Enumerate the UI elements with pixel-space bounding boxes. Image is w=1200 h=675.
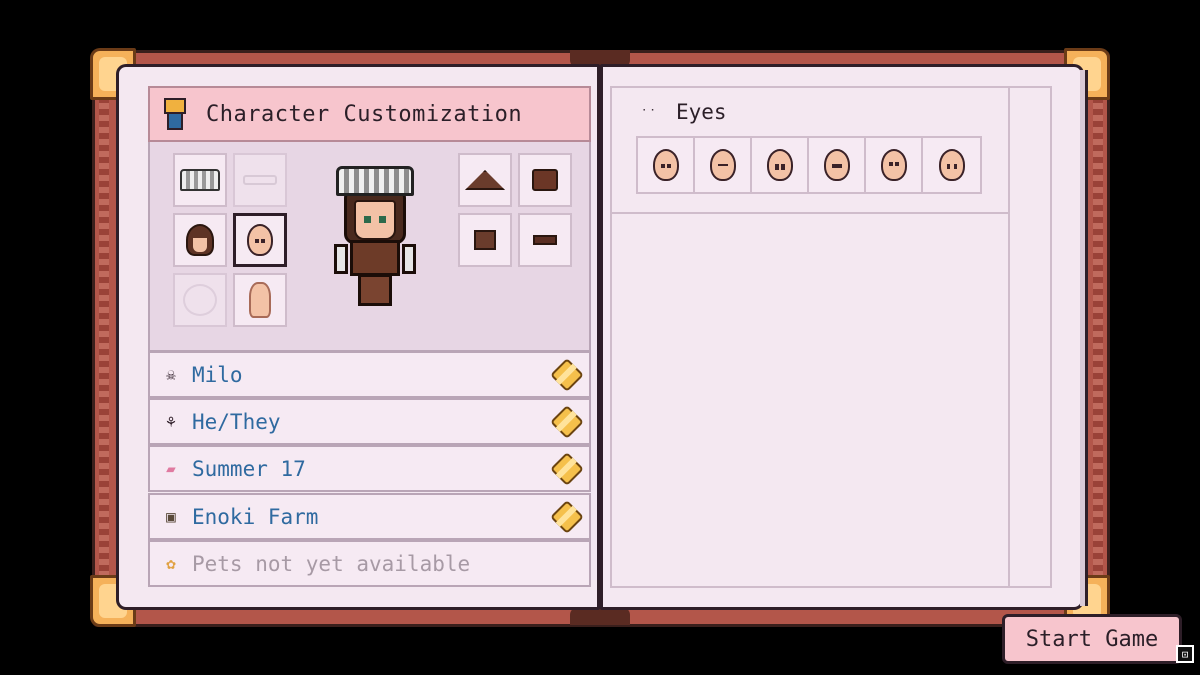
glasses-icon xyxy=(243,175,277,185)
info-row-pets: ✿ Pets not yet available xyxy=(148,540,591,587)
edit-pencil-icon[interactable] xyxy=(550,499,584,534)
pronouns-icon: ⚘ xyxy=(166,412,176,431)
eye-options xyxy=(636,136,982,194)
edit-pencil-icon[interactable] xyxy=(550,357,584,392)
eye-option[interactable] xyxy=(752,138,809,192)
face-icon xyxy=(938,149,965,181)
shoes-icon xyxy=(533,235,557,245)
cover-stripe-left xyxy=(99,61,109,616)
pets-value: Pets not yet available xyxy=(192,551,471,576)
paw-icon: ✿ xyxy=(166,554,176,573)
info-row-name[interactable]: ☠ Milo xyxy=(148,351,591,398)
eyes-icon: ˙˙ xyxy=(640,108,657,124)
pet-icon xyxy=(183,284,217,316)
pants-icon xyxy=(474,230,496,250)
pet-slot[interactable] xyxy=(173,273,227,327)
face-icon xyxy=(880,149,907,181)
section-title: Eyes xyxy=(676,100,727,124)
character-arm-left xyxy=(334,244,348,274)
right-content-area xyxy=(610,214,1010,588)
info-row-pronouns[interactable]: ⚘ He/They xyxy=(148,398,591,445)
shirt-color-icon xyxy=(532,169,558,191)
farm-icon: ▣ xyxy=(166,507,176,526)
shoes-slot[interactable] xyxy=(518,213,572,267)
face-icon xyxy=(823,149,850,181)
face-icon xyxy=(766,149,793,181)
page-edge xyxy=(1080,70,1088,606)
body-icon xyxy=(249,282,271,318)
glasses-slot[interactable] xyxy=(233,153,287,207)
info-row-farm[interactable]: ▣ Enoki Farm xyxy=(148,493,591,540)
shirt-slot[interactable] xyxy=(518,153,572,207)
page-title: Character Customization xyxy=(206,101,523,127)
eye-option[interactable] xyxy=(866,138,923,192)
edit-pencil-icon[interactable] xyxy=(550,404,584,439)
eye-option[interactable] xyxy=(809,138,866,192)
customization-header: Character Customization xyxy=(148,86,591,142)
info-row-birthday[interactable]: ▰ Summer 17 xyxy=(148,445,591,492)
face-icon xyxy=(709,149,736,181)
hat-icon xyxy=(180,169,220,191)
farm-value: Enoki Farm xyxy=(192,504,319,529)
character-torso xyxy=(350,240,400,276)
edit-pencil-icon[interactable] xyxy=(550,451,584,486)
hair-slot[interactable] xyxy=(173,213,227,267)
eye-option[interactable] xyxy=(695,138,752,192)
coat-slot[interactable] xyxy=(458,153,512,207)
eyes-slot[interactable] xyxy=(233,213,287,267)
name-value: Milo xyxy=(192,362,243,387)
cover-stripe-right xyxy=(1093,61,1103,616)
hair-icon xyxy=(186,224,214,256)
face-icon xyxy=(652,149,679,181)
eye-option[interactable] xyxy=(638,138,695,192)
character-face xyxy=(354,200,396,240)
character-preview xyxy=(330,166,420,308)
character-arm-right xyxy=(402,244,416,274)
right-sidebar xyxy=(1008,86,1052,588)
shirt-icon xyxy=(162,97,188,131)
face-icon xyxy=(247,224,273,256)
hat-slot[interactable] xyxy=(173,153,227,207)
pronouns-value: He/They xyxy=(192,409,281,434)
character-hat xyxy=(336,166,414,196)
birthday-value: Summer 17 xyxy=(192,456,306,481)
eye-option[interactable] xyxy=(923,138,980,192)
start-game-button[interactable]: Start Game xyxy=(1002,614,1182,664)
character-legs xyxy=(358,274,392,306)
pants-slot[interactable] xyxy=(458,213,512,267)
coat-icon xyxy=(465,170,505,190)
skull-icon: ☠ xyxy=(166,365,176,384)
cake-icon: ▰ xyxy=(166,459,176,478)
body-slot[interactable] xyxy=(233,273,287,327)
key-hint-icon: ⊡ xyxy=(1176,645,1194,663)
